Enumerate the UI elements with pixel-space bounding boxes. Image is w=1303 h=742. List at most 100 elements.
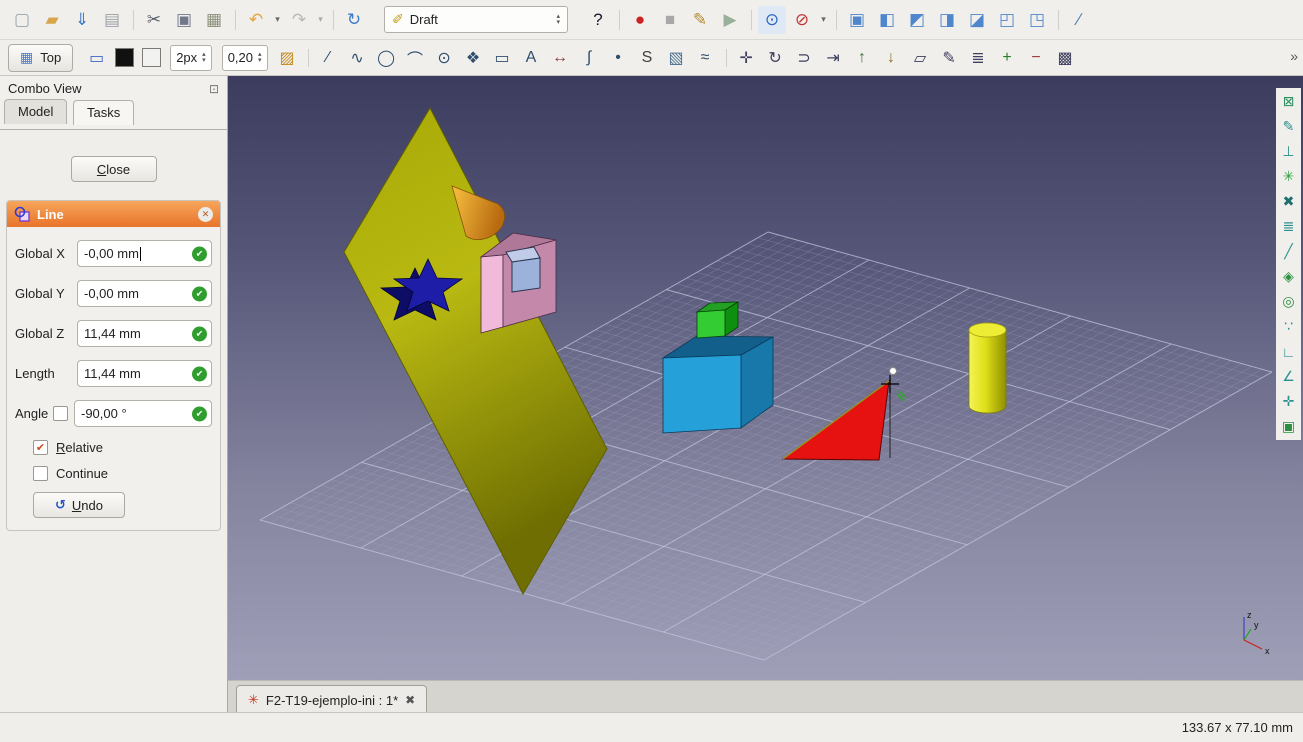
draft-polygon-icon[interactable]: ❖ [460,45,487,71]
global-y-input[interactable]: -0,00 mm ✔ [77,280,212,307]
view-axonometric-icon[interactable]: ▣ [836,6,871,34]
snap-workingplane-icon[interactable]: ▣ [1278,416,1300,437]
snap-center-icon[interactable]: ◎ [1278,291,1300,312]
draft-edit-icon[interactable]: ✎ [936,45,963,71]
draft-trimex-icon[interactable]: ⇥ [820,45,847,71]
cyan-cube-object[interactable] [661,335,775,434]
draft-facebinder-icon[interactable]: ▧ [663,45,690,71]
measure-distance-icon[interactable]: ∕ [1058,6,1093,34]
undo-icon[interactable]: ↶ [235,6,270,34]
draft-wire-icon[interactable]: ∿ [344,45,371,71]
draft-delpoint-icon[interactable]: − [1023,45,1050,71]
open-folder-icon[interactable]: ▰ [38,6,66,34]
redo-dropdown-icon[interactable]: ▾ [315,6,326,34]
draft-downgrade-icon[interactable]: ↓ [878,45,905,71]
panel-dock-icon[interactable]: ⊡ [209,82,219,96]
workbench-selector[interactable]: ✐ Draft ▴ ▾ [384,6,568,33]
new-document-icon[interactable]: ▢ [8,6,36,34]
draft-move-icon[interactable]: ✛ [725,45,760,71]
draft-circle-icon[interactable]: ◯ [373,45,400,71]
snap-special-icon[interactable]: ◈ [1278,266,1300,287]
macro-edit-icon[interactable]: ✎ [686,6,714,34]
task-close-icon[interactable]: ✕ [198,206,213,222]
angle-checkbox[interactable] [53,406,68,421]
global-scale-spinner[interactable]: ▴ ▾ [258,51,262,64]
draft-upgrade-icon[interactable]: ↑ [849,45,876,71]
undo-dropdown-icon[interactable]: ▾ [272,6,283,34]
redo-icon[interactable]: ↷ [285,6,313,34]
draft-offset-icon[interactable]: ⊃ [791,45,818,71]
snap-endpoint-icon[interactable]: ✎ [1278,116,1300,137]
working-plane-button[interactable]: ▦ Top [8,43,74,72]
draft-bspline-icon[interactable]: ∫ [576,45,603,71]
snap-lock-icon[interactable]: ⊠ [1278,91,1300,112]
line-task-header[interactable]: Line ✕ [7,201,220,227]
zoom-tool-icon[interactable]: ⊙ [751,5,786,34]
draft-point-icon[interactable]: • [605,45,632,71]
draft-line-icon[interactable]: ∕ [307,45,342,71]
snap-extension-icon[interactable]: ╱ [1278,241,1300,262]
line-color-swatch[interactable] [115,48,135,67]
yellow-plane-object[interactable] [343,106,608,596]
global-x-input[interactable]: -0,00 mm ✔ [77,240,212,267]
draw-style-dropdown-icon[interactable]: ▾ [818,6,829,34]
macro-play-icon[interactable]: ▶ [716,6,744,34]
draw-style-icon[interactable]: ⊘ [788,6,816,34]
apply-style-icon[interactable]: ▨ [274,45,301,71]
macro-stop-icon[interactable]: ■ [656,6,684,34]
draft-rectangle-icon[interactable]: ▭ [489,45,516,71]
draft-text-icon[interactable]: A [518,45,545,71]
global-scale-spinbox[interactable]: 0,20 ▴ ▾ [221,44,268,71]
view-front-icon[interactable]: ◧ [873,6,901,34]
save-icon[interactable]: ⇓ [68,6,96,34]
draft-rotate-icon[interactable]: ↻ [762,45,789,71]
continue-checkbox[interactable] [33,466,48,481]
paste-icon[interactable]: ▦ [200,6,228,34]
close-task-button[interactable]: Close [70,156,157,182]
view-top-icon[interactable]: ◩ [903,6,931,34]
draft-bezcurve-icon[interactable]: ≈ [692,45,719,71]
snap-parallel-icon[interactable]: ≣ [1278,216,1300,237]
cut-icon[interactable]: ✂ [133,6,168,34]
snap-grid-icon[interactable]: ✳ [1278,166,1300,187]
face-color-swatch[interactable] [142,48,162,67]
whatsthis-icon[interactable]: ? [584,6,612,34]
snap-ortho-icon[interactable]: ∟ [1278,341,1300,362]
document-tab[interactable]: ✳ F2-T19-ejemplo-ini : 1* ✖ [236,685,428,714]
copy-icon[interactable]: ▣ [170,6,198,34]
line-width-spinner[interactable]: ▴ ▾ [202,51,206,64]
macro-record-icon[interactable]: ● [619,6,654,34]
view-left-icon[interactable]: ◳ [1023,6,1051,34]
workbench-selector-spinner[interactable]: ▴ ▾ [556,13,560,26]
snap-midpoint-icon[interactable]: ⊥ [1278,141,1300,162]
view-rear-icon[interactable]: ◪ [963,6,991,34]
relative-checkbox[interactable]: ✔ [33,440,48,455]
snap-dimensions-icon[interactable]: ✛ [1278,391,1300,412]
length-input[interactable]: 11,44 mm ✔ [77,360,212,387]
line-width-select[interactable]: 2px ▴ ▾ [170,44,212,71]
document-tab-close-icon[interactable]: ✖ [405,693,415,707]
draft-ellipse-icon[interactable]: ⊙ [431,45,458,71]
yellow-cylinder-object[interactable] [968,322,1007,414]
snap-intersection-icon[interactable]: ✖ [1278,191,1300,212]
draft-shapestring-icon[interactable]: S [634,45,661,71]
construction-mode-toggle-icon[interactable]: ▭ [83,45,110,71]
draft-dimension-icon[interactable]: ↔ [547,45,574,71]
refresh-icon[interactable]: ↻ [333,6,368,34]
snap-angle-icon[interactable]: ∠ [1278,366,1300,387]
angle-input[interactable]: -90,00 ° ✔ [74,400,212,427]
global-z-input[interactable]: 11,44 mm ✔ [77,320,212,347]
view-right-icon[interactable]: ◨ [933,6,961,34]
view-bottom-icon[interactable]: ◰ [993,6,1021,34]
green-cube-object[interactable] [695,301,740,339]
draft-wpproxy-icon[interactable]: ≣ [965,45,992,71]
tab-tasks[interactable]: Tasks [73,100,135,125]
print-icon[interactable]: ▤ [98,6,126,34]
draft-arc-icon[interactable]: ⌒ [402,45,429,71]
tab-model[interactable]: Model [4,99,68,124]
3d-viewport[interactable]: z y x [228,76,1303,680]
draft-addpoint-icon[interactable]: + [994,45,1021,71]
toolbar-overflow-chevron[interactable]: » [1290,48,1298,64]
snap-near-icon[interactable]: ∵ [1278,316,1300,337]
draft-scale-icon[interactable]: ▱ [907,45,934,71]
